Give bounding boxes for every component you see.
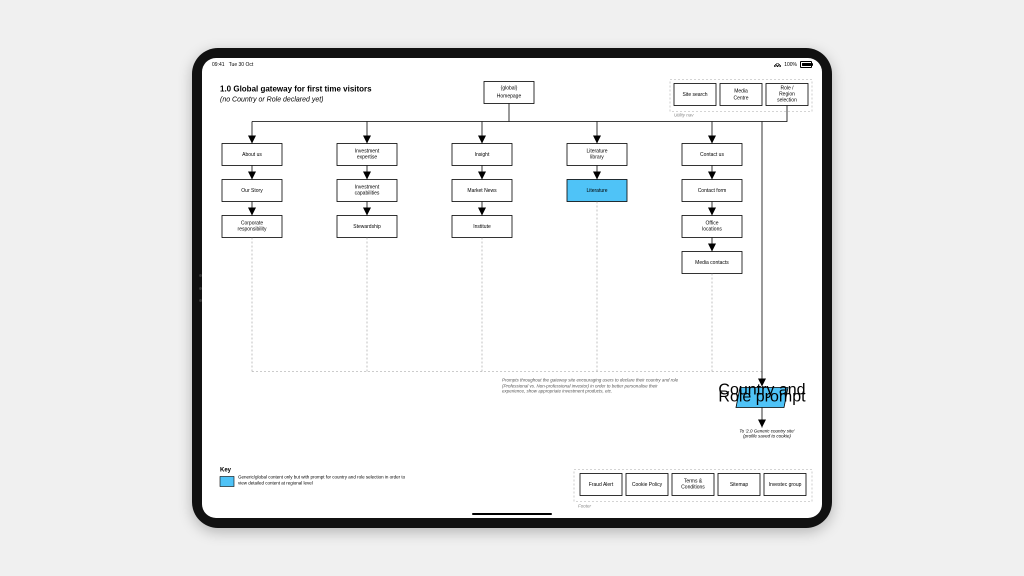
svg-text:Sitemap: Sitemap [730, 482, 749, 488]
prompt-note: Prompts throughout the gateway site enco… [502, 378, 682, 395]
node-literature-library: Literaturelibrary [567, 144, 627, 166]
key-text: Generic/global content only but with pro… [238, 475, 408, 486]
page-title: 1.0 Global gateway for first time visito… [220, 85, 372, 94]
svg-text:Insight: Insight [475, 152, 490, 158]
svg-text:Terms &Conditions: Terms &Conditions [681, 479, 705, 491]
country-role-prompt-label: Country andRole prompt [718, 382, 806, 406]
footer-investec-group: Investec group [764, 474, 806, 496]
node-investment-expertise: Investmentexpertise [337, 144, 397, 166]
svg-text:Site search: Site search [682, 92, 707, 98]
node-our-story: Our Story [222, 180, 282, 202]
node-contact-us: Contact us [682, 144, 742, 166]
battery-icon [800, 61, 812, 68]
prompt-destination: To '2.0 Generic country site' (profile s… [732, 429, 802, 440]
util-1: MediaCentre [720, 84, 762, 106]
footer-terms-conditions: Terms &Conditions [672, 474, 714, 496]
node-office-locations: Officelocations [682, 216, 742, 238]
sitemap-diagram: 1.0 Global gateway for first time visito… [202, 71, 822, 512]
page-subtitle: (no Country or Role declared yet) [220, 97, 324, 104]
node-contact-form: Contact form [682, 180, 742, 202]
node-literature: Literature [567, 180, 627, 202]
svg-text:Institute: Institute [473, 224, 491, 230]
node-stewardship: Stewardship [337, 216, 397, 238]
svg-text:Contact form: Contact form [698, 188, 727, 194]
node-insight: Insight [452, 144, 512, 166]
node-market-news: Market News [452, 180, 512, 202]
svg-text:Literature: Literature [586, 188, 607, 194]
svg-text:MediaCentre: MediaCentre [733, 89, 748, 102]
svg-text:Cookie Policy: Cookie Policy [632, 482, 663, 488]
svg-text:Media contacts: Media contacts [695, 260, 729, 266]
status-time: 09:41 [212, 62, 225, 68]
battery-percent: 100% [784, 62, 797, 68]
svg-text:Contact us: Contact us [700, 152, 724, 158]
svg-text:Our Story: Our Story [241, 188, 263, 194]
svg-text:Fraud Alert: Fraud Alert [589, 482, 614, 488]
node-institute: Institute [452, 216, 512, 238]
util-2: Role /Regionselection [766, 84, 808, 106]
footer-fraud-alert: Fraud Alert [580, 474, 622, 496]
svg-text:Corporateresponsibility: Corporateresponsibility [238, 221, 267, 233]
tablet-frame: 09:41 Tue 30 Oct 100% 1.0 Global gateway… [192, 48, 832, 528]
footer-sitemap: Sitemap [718, 474, 760, 496]
svg-text:Investec group: Investec group [769, 482, 802, 488]
home-indicator [472, 513, 552, 516]
svg-text:About us: About us [242, 152, 262, 158]
node-media-contacts: Media contacts [682, 252, 742, 274]
wifi-icon [774, 62, 781, 67]
util-0: Site search [674, 84, 716, 106]
node-investment-capabilities: Investmentcapabilities [337, 180, 397, 202]
key-swatch [220, 477, 234, 487]
utility-nav-label: Utility nav [674, 113, 694, 118]
status-date: Tue 30 Oct [229, 62, 254, 68]
footer-cookie-policy: Cookie Policy [626, 474, 668, 496]
svg-text:Stewardship: Stewardship [353, 224, 381, 230]
status-bar: 09:41 Tue 30 Oct 100% [202, 58, 822, 71]
key-title: Key [220, 468, 232, 474]
footer-label: Footer [578, 504, 592, 509]
screen: 09:41 Tue 30 Oct 100% 1.0 Global gateway… [202, 58, 822, 518]
node-root: {global}Homepage [484, 82, 534, 104]
svg-text:Investmentcapabilities: Investmentcapabilities [355, 185, 380, 197]
node-corporate-responsibility: Corporateresponsibility [222, 216, 282, 238]
status-right: 100% [774, 61, 812, 68]
svg-text:Investmentexpertise: Investmentexpertise [355, 149, 380, 161]
node-about-us: About us [222, 144, 282, 166]
status-left: 09:41 Tue 30 Oct [212, 62, 253, 68]
svg-text:Market News: Market News [467, 188, 497, 194]
